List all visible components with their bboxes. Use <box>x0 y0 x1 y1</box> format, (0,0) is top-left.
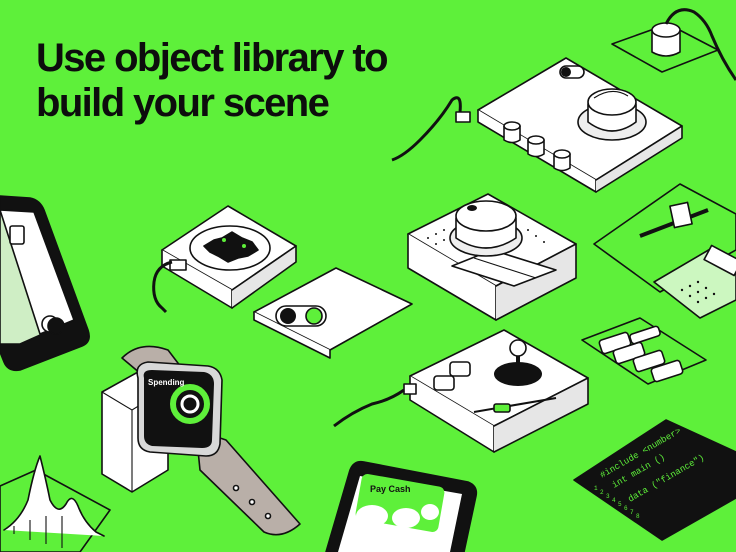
code-terminal: #include <number> int main () data ("fin… <box>573 419 736 541</box>
phone-card-label: Pay Cash <box>370 484 411 494</box>
line-number-1: 1 <box>594 485 598 492</box>
slider-panel <box>593 183 736 319</box>
graph-panel <box>0 455 111 552</box>
phone-device: Pay Cash <box>325 460 478 552</box>
dpad-device <box>152 205 297 314</box>
line-number-7: 7 <box>630 509 634 516</box>
line-number-4: 4 <box>612 497 616 504</box>
illustration-canvas: Use object library to build your scene S… <box>0 0 736 552</box>
line-number-8: 8 <box>636 513 640 520</box>
line-number-3: 3 <box>606 493 610 500</box>
line-number-6: 6 <box>624 505 628 512</box>
puck-device <box>611 8 736 81</box>
line-number-5: 5 <box>618 501 622 508</box>
mixer-board <box>391 57 683 193</box>
watch-label: Spending <box>148 378 185 387</box>
object-library-art: Spending Pay Cash #include <number> int … <box>0 8 736 552</box>
watch-device: Spending <box>101 345 301 536</box>
joystick-device <box>333 329 589 453</box>
line-number-2: 2 <box>600 489 604 496</box>
knob-pad <box>407 193 577 321</box>
card-device <box>0 195 90 372</box>
toggle-tile <box>253 267 413 359</box>
keycap-panel <box>581 317 707 385</box>
